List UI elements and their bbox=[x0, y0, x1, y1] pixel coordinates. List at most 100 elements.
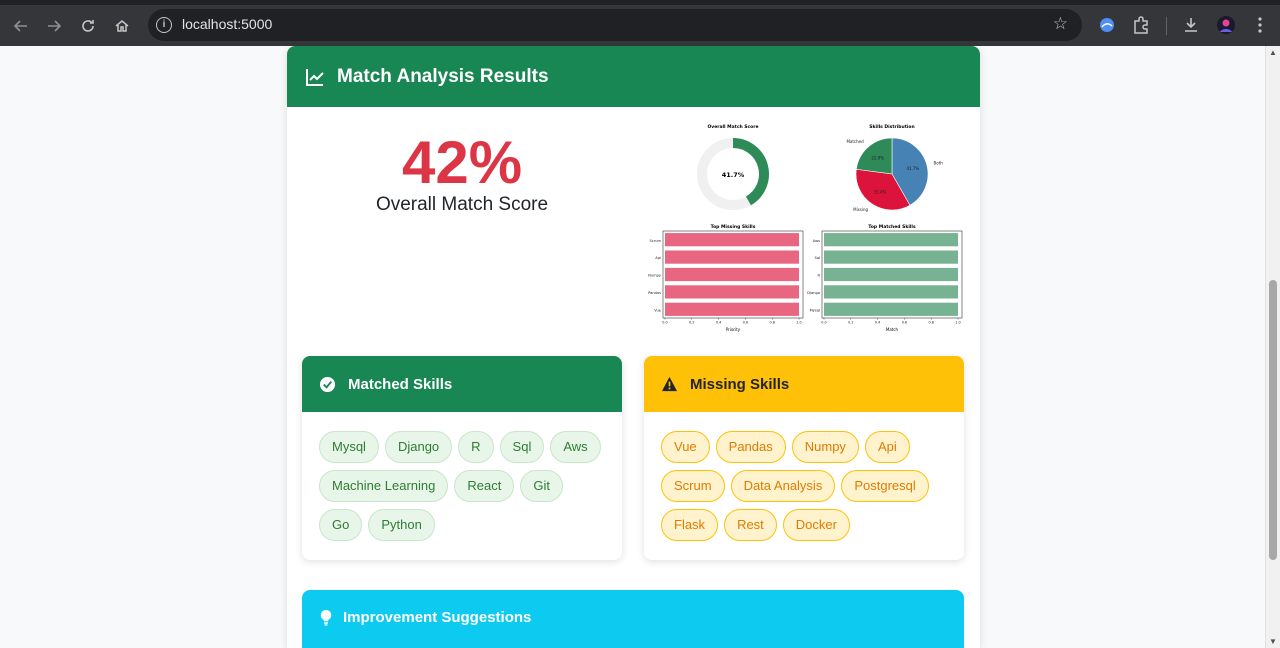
missing-bar-category-label: Scrum bbox=[649, 239, 661, 243]
bookmark-star-icon[interactable]: ☆ bbox=[1053, 14, 1068, 34]
menu-kebab-icon[interactable] bbox=[1250, 15, 1270, 35]
toolbar-separator bbox=[1166, 17, 1167, 35]
matched-skill-tag: React bbox=[454, 470, 515, 502]
pie-slice-label: 41.7% bbox=[907, 166, 920, 171]
matched-bar-category-label: Aws bbox=[813, 239, 820, 243]
check-circle-icon bbox=[319, 376, 336, 392]
missing-bar-category-label: Vue bbox=[654, 308, 661, 312]
charts-panel: Overall Match Score 41.7% Skills Distrib… bbox=[645, 121, 965, 336]
matched-bar-bar bbox=[824, 302, 958, 316]
missing-skills-header: Missing Skills bbox=[644, 356, 964, 412]
matched-bar-tick-label: 0.8 bbox=[928, 321, 933, 325]
matched-bar-bar bbox=[824, 285, 958, 299]
results-card: Match Analysis Results 42% Overall Match… bbox=[287, 46, 980, 648]
missing-skills-card: Missing Skills Vue Pandas Numpy Api Scrum Dat… bbox=[644, 356, 964, 560]
matched-skill-tag: Django bbox=[384, 431, 453, 463]
missing-bar-bar bbox=[665, 250, 799, 264]
address-bar[interactable]: i localhost:5000 ☆ bbox=[148, 9, 1082, 41]
missing-skill-tag: Rest bbox=[724, 509, 777, 541]
missing-skill-tag: Scrum bbox=[661, 470, 725, 502]
missing-skill-tag: Flask bbox=[661, 509, 719, 541]
missing-bar-chart: Scrum Api Numpy Pandas Vue 0.0 0.2 0.4 0.6 0.8 1.0 bbox=[648, 230, 804, 325]
matched-skills-list: Mysql Django R Sql Aws Machine Learning React G… bbox=[302, 412, 622, 541]
reload-button[interactable] bbox=[75, 13, 101, 39]
score-value: 42% bbox=[401, 129, 523, 196]
missing-bar-title: Top Missing Skills bbox=[711, 224, 756, 230]
missing-skill-tag: Docker bbox=[782, 509, 850, 541]
missing-bar-tick-label: 0.2 bbox=[689, 321, 694, 325]
results-header: Match Analysis Results bbox=[287, 46, 980, 107]
missing-skill-tag: Numpy bbox=[791, 431, 859, 463]
matched-bar-tick-label: 0.6 bbox=[902, 321, 907, 325]
pie-title: Skills Distribution bbox=[869, 124, 914, 130]
results-title: Match Analysis Results bbox=[337, 65, 549, 87]
matched-skill-tag: Sql bbox=[499, 431, 545, 463]
matched-bar-tick-label: 0.2 bbox=[848, 321, 853, 325]
url-text: localhost:5000 bbox=[182, 16, 273, 32]
warning-triangle-icon bbox=[661, 376, 678, 391]
missing-skill-tag: Data Analysis bbox=[730, 470, 836, 502]
home-button[interactable] bbox=[109, 13, 135, 39]
missing-skill-tag: Pandas bbox=[715, 431, 786, 463]
score-summary: 42% Overall Match Score bbox=[357, 128, 567, 216]
missing-skills-list: Vue Pandas Numpy Api Scrum Data Analysis Postg… bbox=[644, 412, 964, 541]
reload-icon bbox=[82, 20, 94, 32]
missing-bar-tick-label: 0.8 bbox=[769, 321, 774, 325]
pie-chart: 41.7% Both 35.4% Missing 22.9% Matched bbox=[846, 137, 944, 212]
arrow-left-icon bbox=[13, 20, 27, 32]
pie-legend-label: Both bbox=[934, 160, 944, 165]
pie-slice-label: 35.4% bbox=[874, 189, 887, 194]
missing-bar-category-label: Api bbox=[655, 256, 661, 260]
matched-skill-tag: Go bbox=[319, 509, 363, 541]
profile-avatar-icon[interactable] bbox=[1216, 15, 1236, 35]
matched-bar-chart: Aws Sql R Django Mysql 0.0 0.2 0.4 0.6 0.8 1.0 bbox=[807, 230, 963, 325]
matched-bar-tick-label: 0.4 bbox=[875, 321, 880, 325]
matched-bar-category-label: R bbox=[818, 274, 821, 278]
back-button[interactable] bbox=[8, 13, 34, 39]
donut-center-label: 41.7% bbox=[722, 171, 745, 179]
home-icon bbox=[115, 20, 129, 32]
browser-toolbar: i localhost:5000 ☆ bbox=[0, 0, 1280, 46]
lightbulb-icon bbox=[320, 609, 332, 626]
extensions-puzzle-icon[interactable] bbox=[1131, 15, 1151, 35]
matched-skill-tag: Machine Learning bbox=[319, 470, 449, 502]
matched-bar-category-label: Mysql bbox=[810, 308, 820, 312]
missing-bar-tick-label: 1.0 bbox=[796, 321, 801, 325]
matched-bar-tick-label: 0.0 bbox=[821, 321, 826, 325]
forward-button[interactable] bbox=[41, 13, 67, 39]
missing-bar-category-label: Pandas bbox=[648, 291, 661, 295]
matched-skill-tag: Git bbox=[520, 470, 563, 502]
charts-figure: Overall Match Score 41.7% Skills Distrib… bbox=[648, 124, 963, 332]
missing-bar-xlabel: Priority bbox=[726, 327, 741, 332]
page-scrollbar[interactable]: ▲ ▼ bbox=[1265, 46, 1280, 648]
matched-skills-card: Matched Skills Mysql Django R Sql Aws Machine… bbox=[302, 356, 622, 560]
matched-skill-tag: Aws bbox=[550, 431, 601, 463]
scrollbar-thumb[interactable] bbox=[1269, 280, 1277, 560]
improvement-suggestions-header: Improvement Suggestions bbox=[302, 590, 964, 648]
missing-skill-tag: Api bbox=[864, 431, 910, 463]
scroll-up-icon[interactable]: ▲ bbox=[1269, 48, 1277, 57]
arrow-right-icon bbox=[48, 20, 62, 32]
matched-bar-tick-label: 1.0 bbox=[955, 321, 960, 325]
missing-bar-tick-label: 0.4 bbox=[716, 321, 721, 325]
matched-bar-category-label: Sql bbox=[814, 256, 820, 260]
matched-bar-bar bbox=[824, 233, 958, 247]
matched-skill-tag: Mysql bbox=[319, 431, 379, 463]
missing-bar-bar bbox=[665, 267, 799, 282]
scroll-down-icon[interactable]: ▼ bbox=[1269, 637, 1277, 646]
matched-bar-bar bbox=[824, 250, 958, 264]
matched-bar-category-label: Django bbox=[807, 291, 820, 295]
download-icon[interactable] bbox=[1181, 15, 1201, 35]
extension-sphere-icon[interactable] bbox=[1097, 15, 1117, 35]
missing-bar-bar bbox=[665, 233, 799, 247]
donut-title: Overall Match Score bbox=[707, 124, 758, 130]
matched-bar-bar bbox=[824, 267, 958, 282]
info-icon[interactable]: i bbox=[156, 17, 172, 33]
missing-bar-tick-label: 0.0 bbox=[662, 321, 667, 325]
missing-skill-tag: Postgresql bbox=[841, 470, 929, 502]
matched-skills-title: Matched Skills bbox=[348, 375, 453, 393]
missing-skills-title: Missing Skills bbox=[690, 375, 790, 393]
pie-slice-label: 22.9% bbox=[871, 155, 884, 160]
matched-bar-xlabel: Match bbox=[886, 327, 899, 332]
matched-skill-tag: Python bbox=[368, 509, 435, 541]
